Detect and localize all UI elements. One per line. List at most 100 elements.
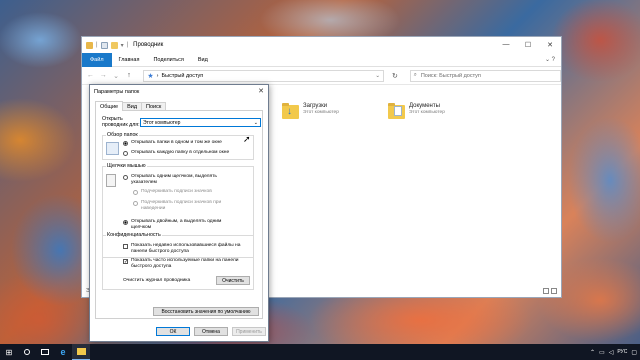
apply-button[interactable]: Применить	[232, 327, 266, 336]
search-icon	[24, 349, 30, 355]
documents-folder-icon	[388, 103, 405, 120]
maximize-button[interactable]: ☐	[517, 37, 539, 52]
minimize-button[interactable]: —	[495, 37, 517, 52]
up-icon[interactable]: ↑	[125, 72, 134, 79]
back-icon[interactable]: ←	[86, 72, 95, 79]
tile-name: Документы	[409, 103, 440, 109]
open-explorer-select[interactable]: Этот компьютер ⌄	[140, 118, 261, 127]
system-tray: ⌃ ▭ ◁ РУС ▢	[590, 349, 640, 356]
group-title: Конфиденциальность	[106, 232, 162, 238]
breadcrumb-chevron-icon[interactable]: ›	[157, 73, 159, 79]
taskbar: ⊞ e ⌃ ▭ ◁ РУС ▢	[0, 344, 640, 360]
chevron-down-icon: ⌄	[253, 119, 258, 126]
checkbox[interactable]: ✓	[123, 258, 128, 264]
customize-quick-access-icon[interactable]: ▾	[121, 42, 124, 49]
address-dropdown-icon[interactable]: ⌄	[375, 73, 383, 79]
edge-button[interactable]: e	[54, 344, 72, 360]
help-icon[interactable]: ⌄ ?	[545, 56, 555, 63]
separator: |	[96, 42, 98, 48]
folder-options-dialog: Параметры папок ✕ Общие Вид Поиск Открыт…	[89, 84, 269, 342]
tile-location: Этот компьютер	[409, 110, 445, 115]
checkbox-recent-files[interactable]: Показать недавно использовавшиеся файлы …	[123, 243, 248, 254]
tab-general[interactable]: Общие	[95, 101, 124, 111]
show-hidden-icons-icon[interactable]: ⌃	[590, 349, 595, 356]
address-bar: ← → ⌄ ↑ ★ › Быстрый доступ ⌄ ↻ ⌕ Поиск: …	[82, 67, 562, 85]
start-icon: ⊞	[5, 347, 13, 357]
explorer-titlebar: | ▾ | Проводник — ☐ ✕	[82, 37, 561, 53]
radio-same-window[interactable]: Открывать папки в одном и том же окне	[123, 140, 222, 146]
tab-file[interactable]: Файл	[82, 52, 112, 67]
task-view-icon	[41, 349, 49, 355]
cancel-button[interactable]: Отмена	[194, 327, 228, 336]
properties-icon[interactable]	[100, 41, 108, 49]
task-view-button[interactable]	[36, 344, 54, 360]
radio-underline-hover[interactable]: Подчеркивать подписи значков при наведен…	[133, 200, 223, 211]
option-label: Показать недавно использовавшиеся файлы …	[131, 243, 241, 254]
radio-new-window[interactable]: Открывать каждую папку в отдельном окне	[123, 150, 229, 156]
ok-button[interactable]: ОК	[156, 327, 190, 336]
start-button[interactable]: ⊞	[0, 344, 18, 360]
radio-button[interactable]	[133, 189, 138, 195]
window-controls: — ☐ ✕	[495, 37, 561, 52]
radio-button[interactable]	[123, 219, 128, 225]
tab-home[interactable]: Главная	[112, 53, 147, 67]
file-explorer-button[interactable]	[72, 344, 90, 360]
browse-folders-group: Обзор папок Открывать папки в одном и то…	[102, 132, 254, 160]
mouse-click-illustration-icon	[106, 174, 116, 187]
general-panel: Открыть проводник для: Этот компьютер ⌄ …	[95, 110, 263, 319]
option-label: Открывать двойным, а выделять одним щелч…	[131, 219, 222, 230]
mouse-cursor-icon: ➚	[243, 134, 251, 144]
checkbox[interactable]	[123, 243, 128, 249]
radio-button[interactable]	[123, 150, 128, 156]
radio-underline-always[interactable]: Подчеркивать подписи значков	[133, 189, 212, 195]
folder-icon	[86, 41, 93, 49]
dialog-title: Параметры папок	[94, 88, 140, 95]
search-placeholder: Поиск: Быстрый доступ	[420, 72, 481, 79]
recent-locations-icon[interactable]: ⌄	[112, 72, 121, 80]
new-folder-icon[interactable]	[110, 41, 118, 49]
separator: |	[126, 42, 129, 48]
tile-name: Загрузки	[303, 103, 328, 109]
clear-history-button[interactable]: Очистить	[216, 276, 250, 285]
tile-documents[interactable]: Документы Этот компьютер	[388, 103, 445, 120]
address-field[interactable]: ★ › Быстрый доступ ⌄	[143, 69, 384, 82]
radio-double-click[interactable]: Открывать двойным, а выделять одним щелч…	[123, 219, 233, 230]
volume-icon[interactable]: ◁	[609, 349, 614, 356]
checkbox-frequent-folders[interactable]: ✓ Показать часто используемые папки на п…	[123, 258, 248, 269]
tile-location: Этот компьютер	[303, 110, 339, 115]
search-button[interactable]	[18, 344, 36, 360]
close-icon[interactable]: ✕	[258, 87, 264, 95]
browse-folders-illustration-icon	[106, 142, 119, 155]
edge-icon: e	[60, 347, 66, 357]
radio-button[interactable]	[133, 200, 138, 206]
radio-single-click[interactable]: Открывать одним щелчком, выделять указат…	[123, 174, 223, 185]
radio-button[interactable]	[123, 140, 128, 146]
option-label: Открывать папки в одном и том же окне	[131, 140, 222, 145]
tab-share[interactable]: Поделиться	[146, 53, 190, 67]
group-title: Щелчки мышью	[106, 163, 147, 169]
tile-downloads[interactable]: ↓ Загрузки Этот компьютер	[282, 103, 339, 120]
quick-access-star-icon: ★	[147, 72, 154, 80]
group-title: Обзор папок	[106, 132, 139, 138]
radio-button[interactable]	[123, 174, 128, 180]
option-label: Открывать каждую папку в отдельном окне	[131, 150, 230, 155]
forward-icon[interactable]: →	[99, 72, 108, 79]
large-icons-view-icon[interactable]	[551, 288, 557, 294]
downloads-folder-icon: ↓	[282, 103, 299, 120]
breadcrumb-current[interactable]: Быстрый доступ	[162, 73, 204, 79]
close-button[interactable]: ✕	[539, 37, 561, 52]
privacy-group: Конфиденциальность Показать недавно испо…	[102, 232, 254, 290]
details-view-icon[interactable]	[543, 288, 549, 294]
tab-view[interactable]: Вид	[191, 53, 215, 67]
notifications-icon[interactable]: ▢	[631, 349, 637, 356]
clear-history-label: Очистить журнал проводника	[123, 278, 191, 283]
restore-defaults-button[interactable]: Восстановить значения по умолчанию	[153, 307, 259, 316]
open-explorer-label: Открыть проводник для:	[102, 116, 140, 128]
open-explorer-value: Этот компьютер	[143, 119, 181, 126]
view-toggle	[543, 288, 557, 294]
search-icon: ⌕	[413, 72, 417, 78]
network-icon[interactable]: ▭	[599, 349, 605, 356]
search-input[interactable]: ⌕ Поиск: Быстрый доступ	[409, 69, 562, 82]
refresh-icon[interactable]: ↻	[388, 72, 402, 80]
language-indicator[interactable]: РУС	[617, 349, 627, 355]
